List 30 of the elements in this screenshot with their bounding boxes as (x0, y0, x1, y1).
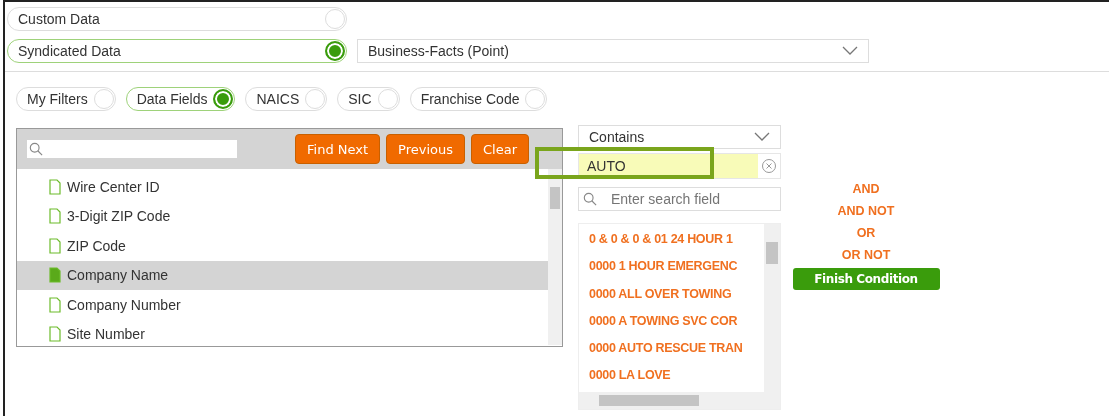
search-icon (29, 142, 43, 156)
document-icon (49, 237, 61, 254)
scrollbar[interactable] (548, 169, 562, 345)
filter-tab[interactable]: My Filters (16, 87, 116, 111)
chevron-down-icon (842, 46, 858, 56)
document-icon (49, 326, 61, 343)
field-item[interactable]: ZIP Code (17, 231, 548, 261)
chevron-down-icon (754, 132, 770, 142)
horizontal-scrollbar[interactable] (579, 391, 780, 409)
field-item[interactable]: Company Name (17, 260, 548, 290)
filter-tab[interactable]: NAICS (245, 87, 328, 111)
dataset-dropdown[interactable]: Business-Facts (Point) (357, 39, 869, 63)
document-icon (49, 178, 61, 195)
field-item[interactable]: 3-Digit ZIP Code (17, 201, 548, 231)
syndicated-data-option[interactable]: Syndicated Data (7, 39, 347, 63)
filter-tab[interactable]: Franchise Code (409, 87, 548, 111)
field-item[interactable]: Company Number (17, 290, 548, 320)
filter-tab[interactable]: SIC (337, 87, 400, 111)
document-icon (49, 208, 61, 225)
value-search-field[interactable]: Enter search field (578, 187, 781, 211)
document-icon (49, 296, 61, 313)
field-item[interactable]: Site Number (17, 319, 548, 345)
scrollbar[interactable] (764, 224, 780, 392)
field-item[interactable]: Wire Center ID (17, 172, 548, 202)
document-icon (49, 267, 61, 284)
operator-dropdown[interactable]: Contains (578, 125, 781, 149)
filter-tab[interactable]: Data Fields (125, 87, 236, 111)
field-search-input[interactable] (27, 140, 237, 158)
finish-condition-button[interactable]: Finish Condition (792, 268, 940, 290)
custom-data-option[interactable]: Custom Data (7, 7, 347, 31)
